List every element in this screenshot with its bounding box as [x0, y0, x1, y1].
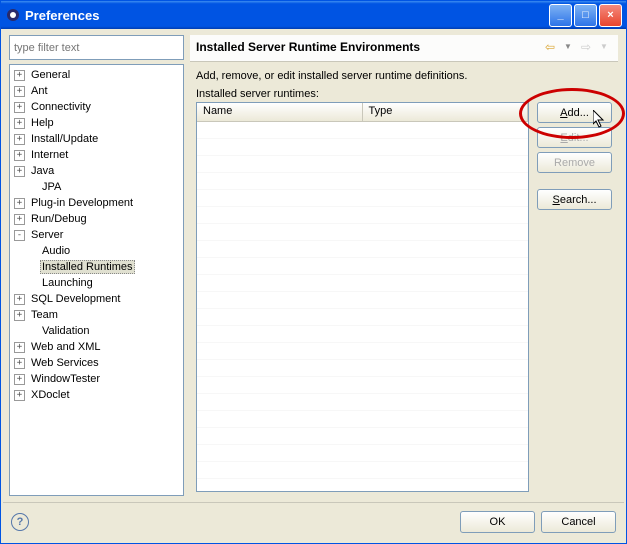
- back-icon[interactable]: ⇦: [542, 39, 558, 55]
- search-button[interactable]: Search...: [537, 189, 612, 210]
- tree-item[interactable]: + Run/Debug: [10, 211, 183, 227]
- tree-item[interactable]: + General: [10, 67, 183, 83]
- minimize-button[interactable]: _: [549, 4, 572, 27]
- list-label: Installed server runtimes:: [190, 86, 618, 102]
- tree-item[interactable]: + Connectivity: [10, 99, 183, 115]
- tree-item-label: WindowTester: [29, 373, 102, 385]
- collapse-icon[interactable]: -: [14, 230, 25, 241]
- close-button[interactable]: ×: [599, 4, 622, 27]
- tree-item[interactable]: + Install/Update: [10, 131, 183, 147]
- expand-icon[interactable]: +: [14, 118, 25, 129]
- tree-item[interactable]: + XDoclet: [10, 387, 183, 403]
- dropdown-icon[interactable]: ▼: [560, 39, 576, 55]
- tree-item-label: Internet: [29, 149, 70, 161]
- page-description: Add, remove, or edit installed server ru…: [190, 62, 618, 86]
- tree-item[interactable]: Installed Runtimes: [10, 259, 183, 275]
- tree-item-label: XDoclet: [29, 389, 72, 401]
- tree-item[interactable]: + Team: [10, 307, 183, 323]
- tree-item-label: Audio: [40, 245, 72, 257]
- tree-item[interactable]: + Help: [10, 115, 183, 131]
- expand-icon[interactable]: +: [14, 390, 25, 401]
- tree-item-label: Ant: [29, 85, 50, 97]
- expand-icon[interactable]: +: [14, 198, 25, 209]
- tree-item[interactable]: JPA: [10, 179, 183, 195]
- title-bar: Preferences _ □ ×: [1, 1, 626, 29]
- filter-input[interactable]: [9, 35, 184, 60]
- window-title: Preferences: [25, 8, 99, 23]
- column-name[interactable]: Name: [197, 103, 363, 121]
- app-icon: [5, 7, 21, 23]
- expand-icon[interactable]: +: [14, 214, 25, 225]
- tree-item[interactable]: Validation: [10, 323, 183, 339]
- tree-item[interactable]: -Server: [10, 227, 183, 243]
- runtimes-table[interactable]: Name Type: [196, 102, 529, 492]
- tree-item[interactable]: Launching: [10, 275, 183, 291]
- tree-item-label: Installed Runtimes: [40, 260, 135, 274]
- tree-item-label: JPA: [40, 181, 63, 193]
- tree-item[interactable]: + Web and XML: [10, 339, 183, 355]
- expand-icon[interactable]: +: [14, 310, 25, 321]
- expand-icon[interactable]: +: [14, 342, 25, 353]
- expand-icon[interactable]: +: [14, 358, 25, 369]
- dropdown-icon: ▼: [596, 39, 612, 55]
- tree-item[interactable]: + SQL Development: [10, 291, 183, 307]
- expand-icon[interactable]: +: [14, 166, 25, 177]
- ok-button[interactable]: OK: [460, 511, 535, 533]
- expand-icon[interactable]: +: [14, 134, 25, 145]
- expand-icon[interactable]: +: [14, 70, 25, 81]
- tree-item[interactable]: + Plug-in Development: [10, 195, 183, 211]
- column-type[interactable]: Type: [363, 103, 529, 121]
- remove-button: Remove: [537, 152, 612, 173]
- tree-item-label: Help: [29, 117, 56, 129]
- tree-item-label: Install/Update: [29, 133, 100, 145]
- tree-item[interactable]: + WindowTester: [10, 371, 183, 387]
- page-title: Installed Server Runtime Environments: [196, 40, 540, 54]
- tree-item-label: Team: [29, 309, 60, 321]
- edit-button: Edit...: [537, 127, 612, 148]
- help-icon[interactable]: ?: [11, 513, 29, 531]
- tree-item-label: SQL Development: [29, 293, 122, 305]
- expand-icon[interactable]: +: [14, 86, 25, 97]
- tree-item[interactable]: + Web Services: [10, 355, 183, 371]
- expand-icon[interactable]: +: [14, 102, 25, 113]
- expand-icon[interactable]: +: [14, 150, 25, 161]
- categories-tree[interactable]: + General + Ant + Connectivity + Help + Install/U…: [9, 64, 184, 496]
- forward-icon: ⇨: [578, 39, 594, 55]
- tree-item[interactable]: + Ant: [10, 83, 183, 99]
- tree-item-label: Validation: [40, 325, 92, 337]
- tree-item[interactable]: + Internet: [10, 147, 183, 163]
- tree-item-label: Web and XML: [29, 341, 103, 353]
- tree-item[interactable]: + Java: [10, 163, 183, 179]
- tree-item[interactable]: Audio: [10, 243, 183, 259]
- expand-icon[interactable]: +: [14, 294, 25, 305]
- tree-item-label: Plug-in Development: [29, 197, 135, 209]
- tree-item-label: Web Services: [29, 357, 101, 369]
- expand-icon[interactable]: +: [14, 374, 25, 385]
- tree-item-label: Server: [29, 229, 65, 241]
- add-button[interactable]: Add...: [537, 102, 612, 123]
- maximize-button[interactable]: □: [574, 4, 597, 27]
- table-body: [197, 122, 528, 491]
- tree-item-label: General: [29, 69, 72, 81]
- tree-item-label: Run/Debug: [29, 213, 89, 225]
- tree-item-label: Launching: [40, 277, 95, 289]
- cancel-button[interactable]: Cancel: [541, 511, 616, 533]
- tree-item-label: Connectivity: [29, 101, 93, 113]
- tree-item-label: Java: [29, 165, 56, 177]
